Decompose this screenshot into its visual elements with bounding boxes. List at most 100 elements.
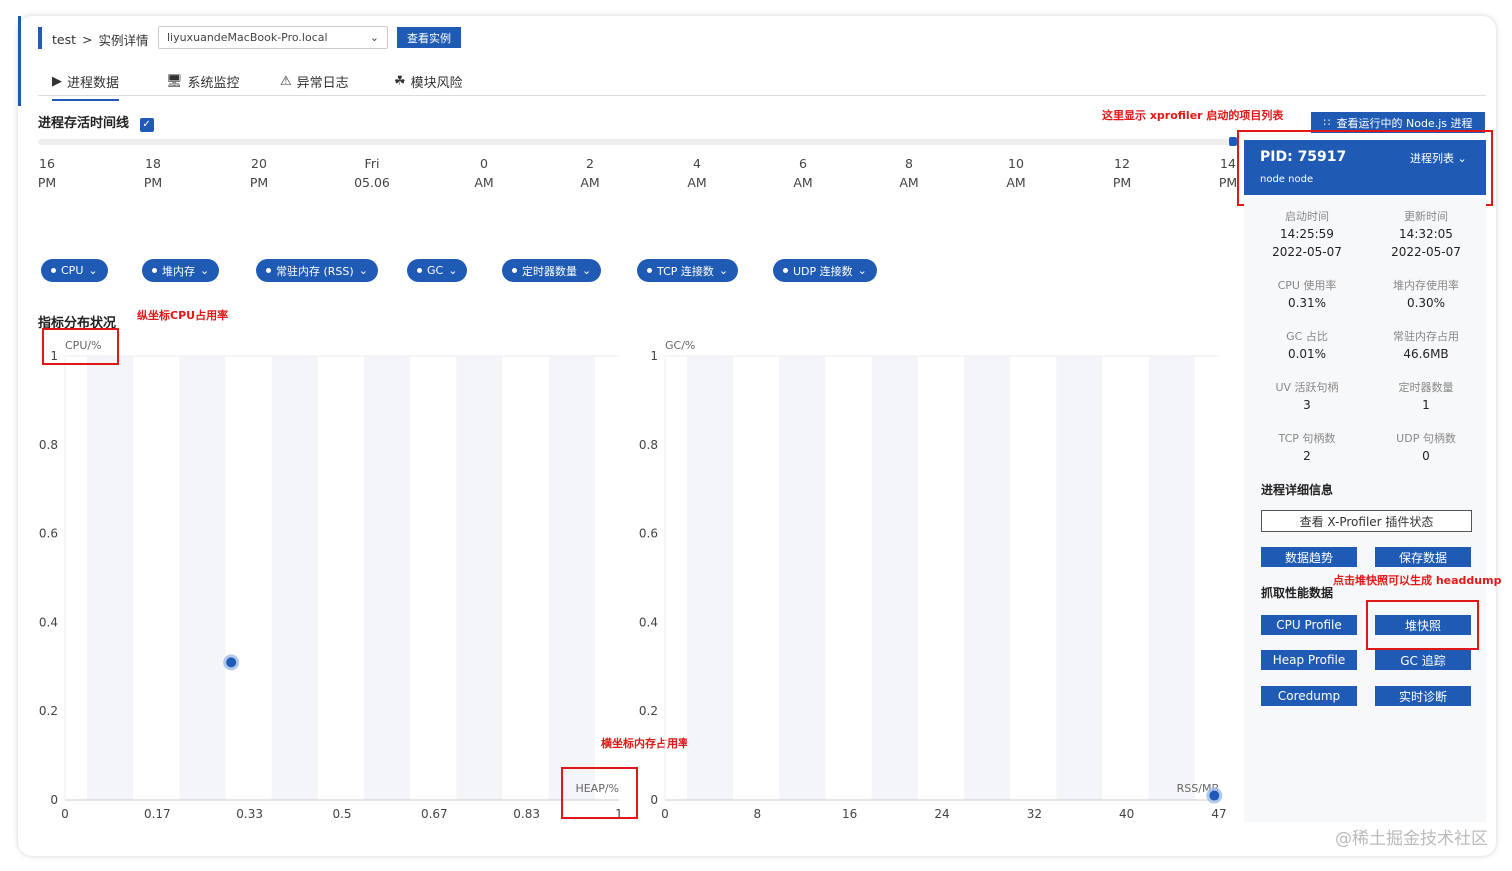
stat-label: 更新时间 <box>1404 210 1448 223</box>
perf-title: 抓取性能数据 <box>1261 586 1334 600</box>
tick-top: 16 <box>39 156 55 171</box>
xprofiler-status-button[interactable]: 查看 X-Profiler 插件状态 <box>1261 510 1472 532</box>
breadcrumb-root[interactable]: test <box>52 32 76 47</box>
timeline-tick: 8 AM <box>884 154 934 192</box>
chevron-down-icon: ⌄ <box>857 264 867 277</box>
tab-module-risk[interactable]: ☘ 模块风险 <box>394 72 463 91</box>
stat-value: 14:32:05 <box>1399 227 1453 241</box>
chart-stripe <box>364 356 411 800</box>
coredump-button[interactable]: Coredump <box>1261 686 1357 706</box>
metric-pill[interactable]: CPU ⌄ <box>41 259 108 282</box>
x-tick-label: 16 <box>842 807 857 821</box>
tick-bottom: AM <box>474 175 494 190</box>
y-tick-label: 0.6 <box>639 527 658 541</box>
tab-label: 进程数据 <box>67 76 120 91</box>
warning-icon: ⚠ <box>280 74 292 89</box>
x-tick-label: 47 <box>1211 807 1226 821</box>
annotation-box-cpu <box>42 328 119 365</box>
view-running-label: 查看运行中的 Node.js 进程 <box>1336 116 1473 130</box>
y-tick-label: 0 <box>50 793 58 807</box>
tab-error-logs[interactable]: ⚠ 异常日志 <box>280 72 349 91</box>
y-tick-label: 1 <box>650 349 658 363</box>
metric-pill[interactable]: GC ⌄ <box>407 259 468 282</box>
timeline-title-text: 进程存活时间线 <box>38 116 130 131</box>
data-point[interactable] <box>1209 790 1220 801</box>
tick-bottom: 05.06 <box>354 175 390 190</box>
stat-label: 启动时间 <box>1285 210 1329 223</box>
timeline-title: 进程存活时间线 ✓ <box>38 112 154 132</box>
x-tick-label: 0.5 <box>332 807 351 821</box>
annotation-xprofiler-list: 这里显示 xprofiler 启动的项目列表 <box>1102 109 1284 122</box>
accent-bar <box>18 16 21 106</box>
tick-top: Fri <box>364 156 380 171</box>
stat-value: 0 <box>1422 449 1430 463</box>
tick-top: 10 <box>1008 156 1024 171</box>
timeline-track[interactable] <box>38 139 1233 145</box>
tick-top: 4 <box>693 156 701 171</box>
x-tick-label: 0.67 <box>421 807 448 821</box>
dot-icon <box>266 268 271 273</box>
y-tick-label: 0.2 <box>639 704 658 718</box>
tab-system-monitor[interactable]: 🖥 系统监控 <box>166 72 240 91</box>
cluster-icon: ☘ <box>394 74 406 89</box>
tick-top: 18 <box>145 156 161 171</box>
y-tick-label: 0.8 <box>639 438 658 452</box>
tick-bottom: PM <box>1112 175 1132 190</box>
chart-stripe <box>1056 356 1103 800</box>
annotation-box-heapdump <box>1366 600 1479 650</box>
save-data-button[interactable]: 保存数据 <box>1375 547 1471 567</box>
pill-label: CPU <box>61 264 84 277</box>
grid-icon: ∷ <box>1323 116 1331 129</box>
stat-label: 堆内存使用率 <box>1393 279 1459 292</box>
breadcrumb-separator: > <box>82 32 93 47</box>
stat-value: 0.01% <box>1287 347 1327 361</box>
timeline-ticks: 16 PM 18 PM 20 PM Fri 05.06 0 AM 2 AM 4 AM 6 AM 8 AM 10 AM 1… <box>0 154 1240 194</box>
stat-label: CPU 使用率 <box>1277 279 1337 292</box>
tab-bar: ▶​ 进程数据 🖥 系统监控 ⚠ 异常日志 ☘ 模块风险 <box>38 64 1486 101</box>
chart-stripe <box>548 356 595 800</box>
dot-icon <box>647 268 652 273</box>
timeline-checkbox[interactable]: ✓ <box>139 118 154 132</box>
host-select[interactable]: liyuxuandeMacBook-Pro.local ⌄ <box>158 26 388 49</box>
pill-label: 堆内存 <box>162 264 195 278</box>
breadcrumb: test > 实例详情 <box>52 30 149 49</box>
tick-top: 12 <box>1114 156 1130 171</box>
metric-pill[interactable]: UDP 连接数 ⌄ <box>773 259 877 282</box>
annotation-heapdump: 点击堆快照可以生成 headdump <box>1333 574 1502 587</box>
timeline-handle[interactable] <box>1229 137 1237 146</box>
metric-pill[interactable]: 堆内存 ⌄ <box>142 259 220 282</box>
chevron-down-icon: ⌄ <box>718 264 729 277</box>
metric-pill[interactable]: TCP 连接数 ⌄ <box>637 259 739 282</box>
scatter-charts: 00.20.40.60.810 0.17 0.33 0.5 0.67 0.83 1CPU/%… <box>39 339 1227 821</box>
x-tick-label: 8 <box>754 807 762 821</box>
y-tick-label: 0 <box>650 793 658 807</box>
timeline-tick: 12 PM <box>1097 154 1147 192</box>
tick-top: 8 <box>905 156 913 171</box>
view-instance-button[interactable]: 查看实例 <box>397 27 461 48</box>
metric-pill[interactable]: 定时器数量 ⌄ <box>502 259 602 282</box>
metric-pill[interactable]: 常驻内存 (RSS) ⌄ <box>256 259 378 282</box>
timeline-tick: 6 AM <box>778 154 828 192</box>
stat-label: GC 占比 <box>1286 330 1328 343</box>
stat-value-date: 2022-05-07 <box>1272 245 1342 259</box>
chart-stripe <box>271 356 318 800</box>
chart-stripe <box>871 356 918 800</box>
realtime-diagnosis-button[interactable]: 实时诊断 <box>1375 686 1471 706</box>
stat-value: 0.31% <box>1287 296 1327 310</box>
chart-stripe <box>456 356 503 800</box>
pill-label: TCP 连接数 <box>657 264 714 278</box>
dot-icon <box>152 268 157 273</box>
detail-title: 进程详细信息 <box>1261 483 1334 497</box>
data-trend-button[interactable]: 数据趋势 <box>1261 547 1357 567</box>
tab-process-data[interactable]: ▶​ 进程数据 <box>52 72 120 101</box>
chevron-down-icon: ⌄ <box>369 31 379 44</box>
heap-profile-button[interactable]: Heap Profile <box>1261 650 1357 670</box>
x-tick-label: 24 <box>934 807 949 821</box>
timeline-tick: 4 AM <box>672 154 722 192</box>
data-point[interactable] <box>226 657 237 668</box>
gc-trace-button[interactable]: GC 追踪 <box>1375 650 1471 670</box>
tick-bottom: AM <box>580 175 600 190</box>
annotation-box-pid <box>1237 130 1493 206</box>
chevron-down-icon: ⌄ <box>582 264 592 277</box>
cpu-profile-button[interactable]: CPU Profile <box>1261 615 1357 635</box>
